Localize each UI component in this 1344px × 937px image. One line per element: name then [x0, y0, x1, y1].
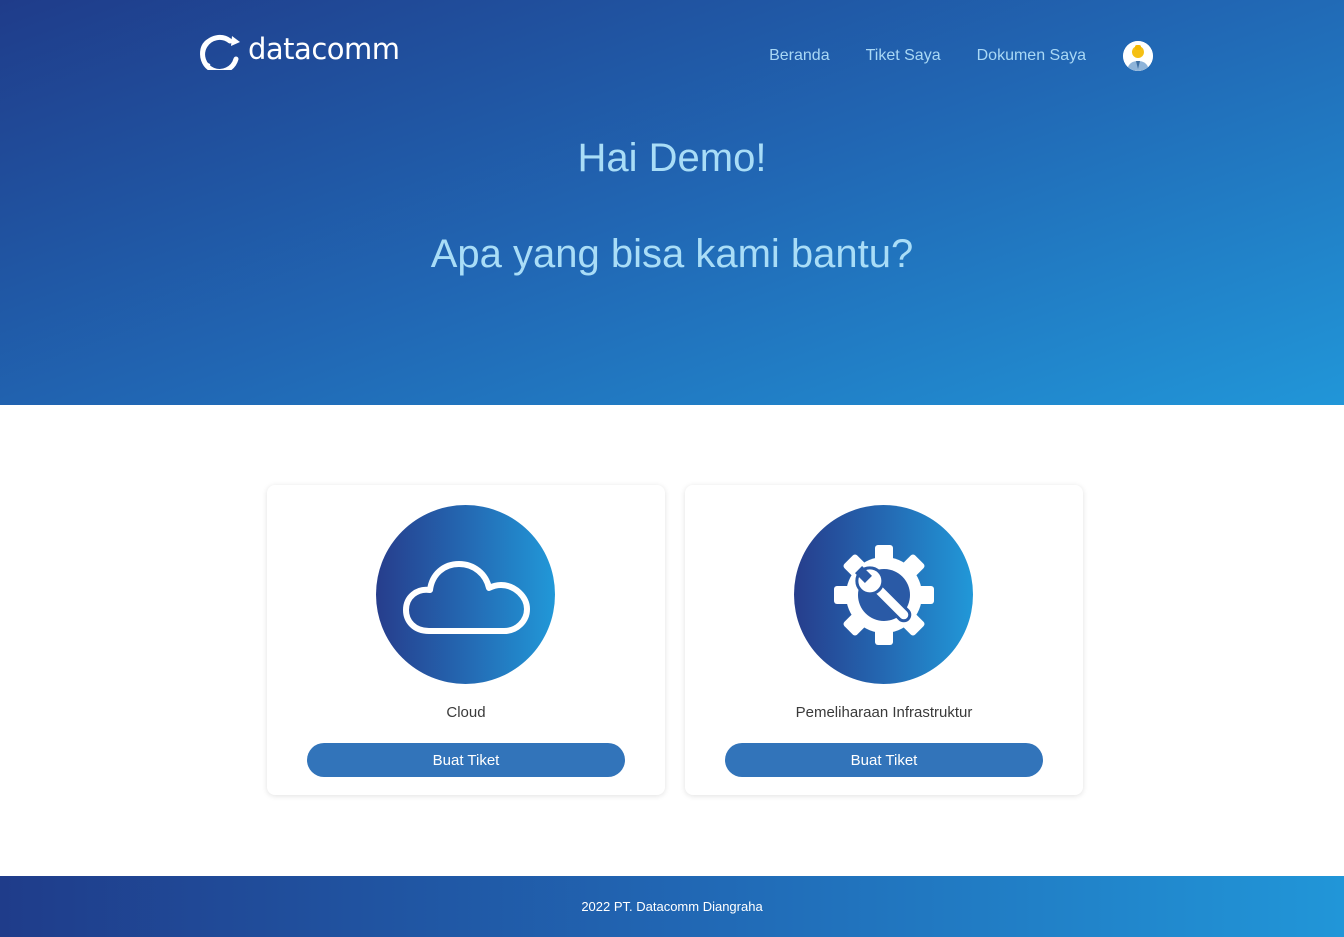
gear-icon-circle — [794, 505, 973, 684]
hero-banner: datacomm Beranda Tiket Saya Dokumen Saya… — [0, 0, 1344, 405]
buat-tiket-infrastruktur-button[interactable]: Buat Tiket — [725, 743, 1043, 777]
buat-tiket-cloud-button[interactable]: Buat Tiket — [307, 743, 625, 777]
nav-dokumen-saya[interactable]: Dokumen Saya — [977, 47, 1086, 65]
greeting-heading: Hai Demo! — [577, 136, 767, 180]
nav-beranda[interactable]: Beranda — [769, 47, 830, 65]
service-card-infrastruktur: Pemeliharaan Infrastruktur Buat Tiket — [685, 485, 1083, 795]
main-nav: Beranda Tiket Saya Dokumen Saya — [769, 47, 1086, 65]
user-avatar-icon — [1123, 41, 1153, 71]
logo[interactable]: datacomm — [196, 32, 400, 70]
cloud-icon — [402, 560, 530, 634]
service-card-cloud: Cloud Buat Tiket — [267, 485, 665, 795]
user-avatar[interactable] — [1123, 41, 1153, 71]
nav-tiket-saya[interactable]: Tiket Saya — [866, 47, 941, 65]
cloud-icon-circle — [376, 505, 555, 684]
card-title: Cloud — [446, 704, 486, 721]
help-question-heading: Apa yang bisa kami bantu? — [430, 232, 914, 276]
card-title: Pemeliharaan Infrastruktur — [795, 704, 973, 721]
gear-wrench-icon — [833, 544, 934, 645]
footer: 2022 PT. Datacomm Diangraha — [0, 876, 1344, 937]
datacomm-logo-icon — [200, 35, 240, 70]
copyright-text: 2022 PT. Datacomm Diangraha — [581, 899, 763, 914]
logo-text: datacomm — [248, 32, 400, 66]
